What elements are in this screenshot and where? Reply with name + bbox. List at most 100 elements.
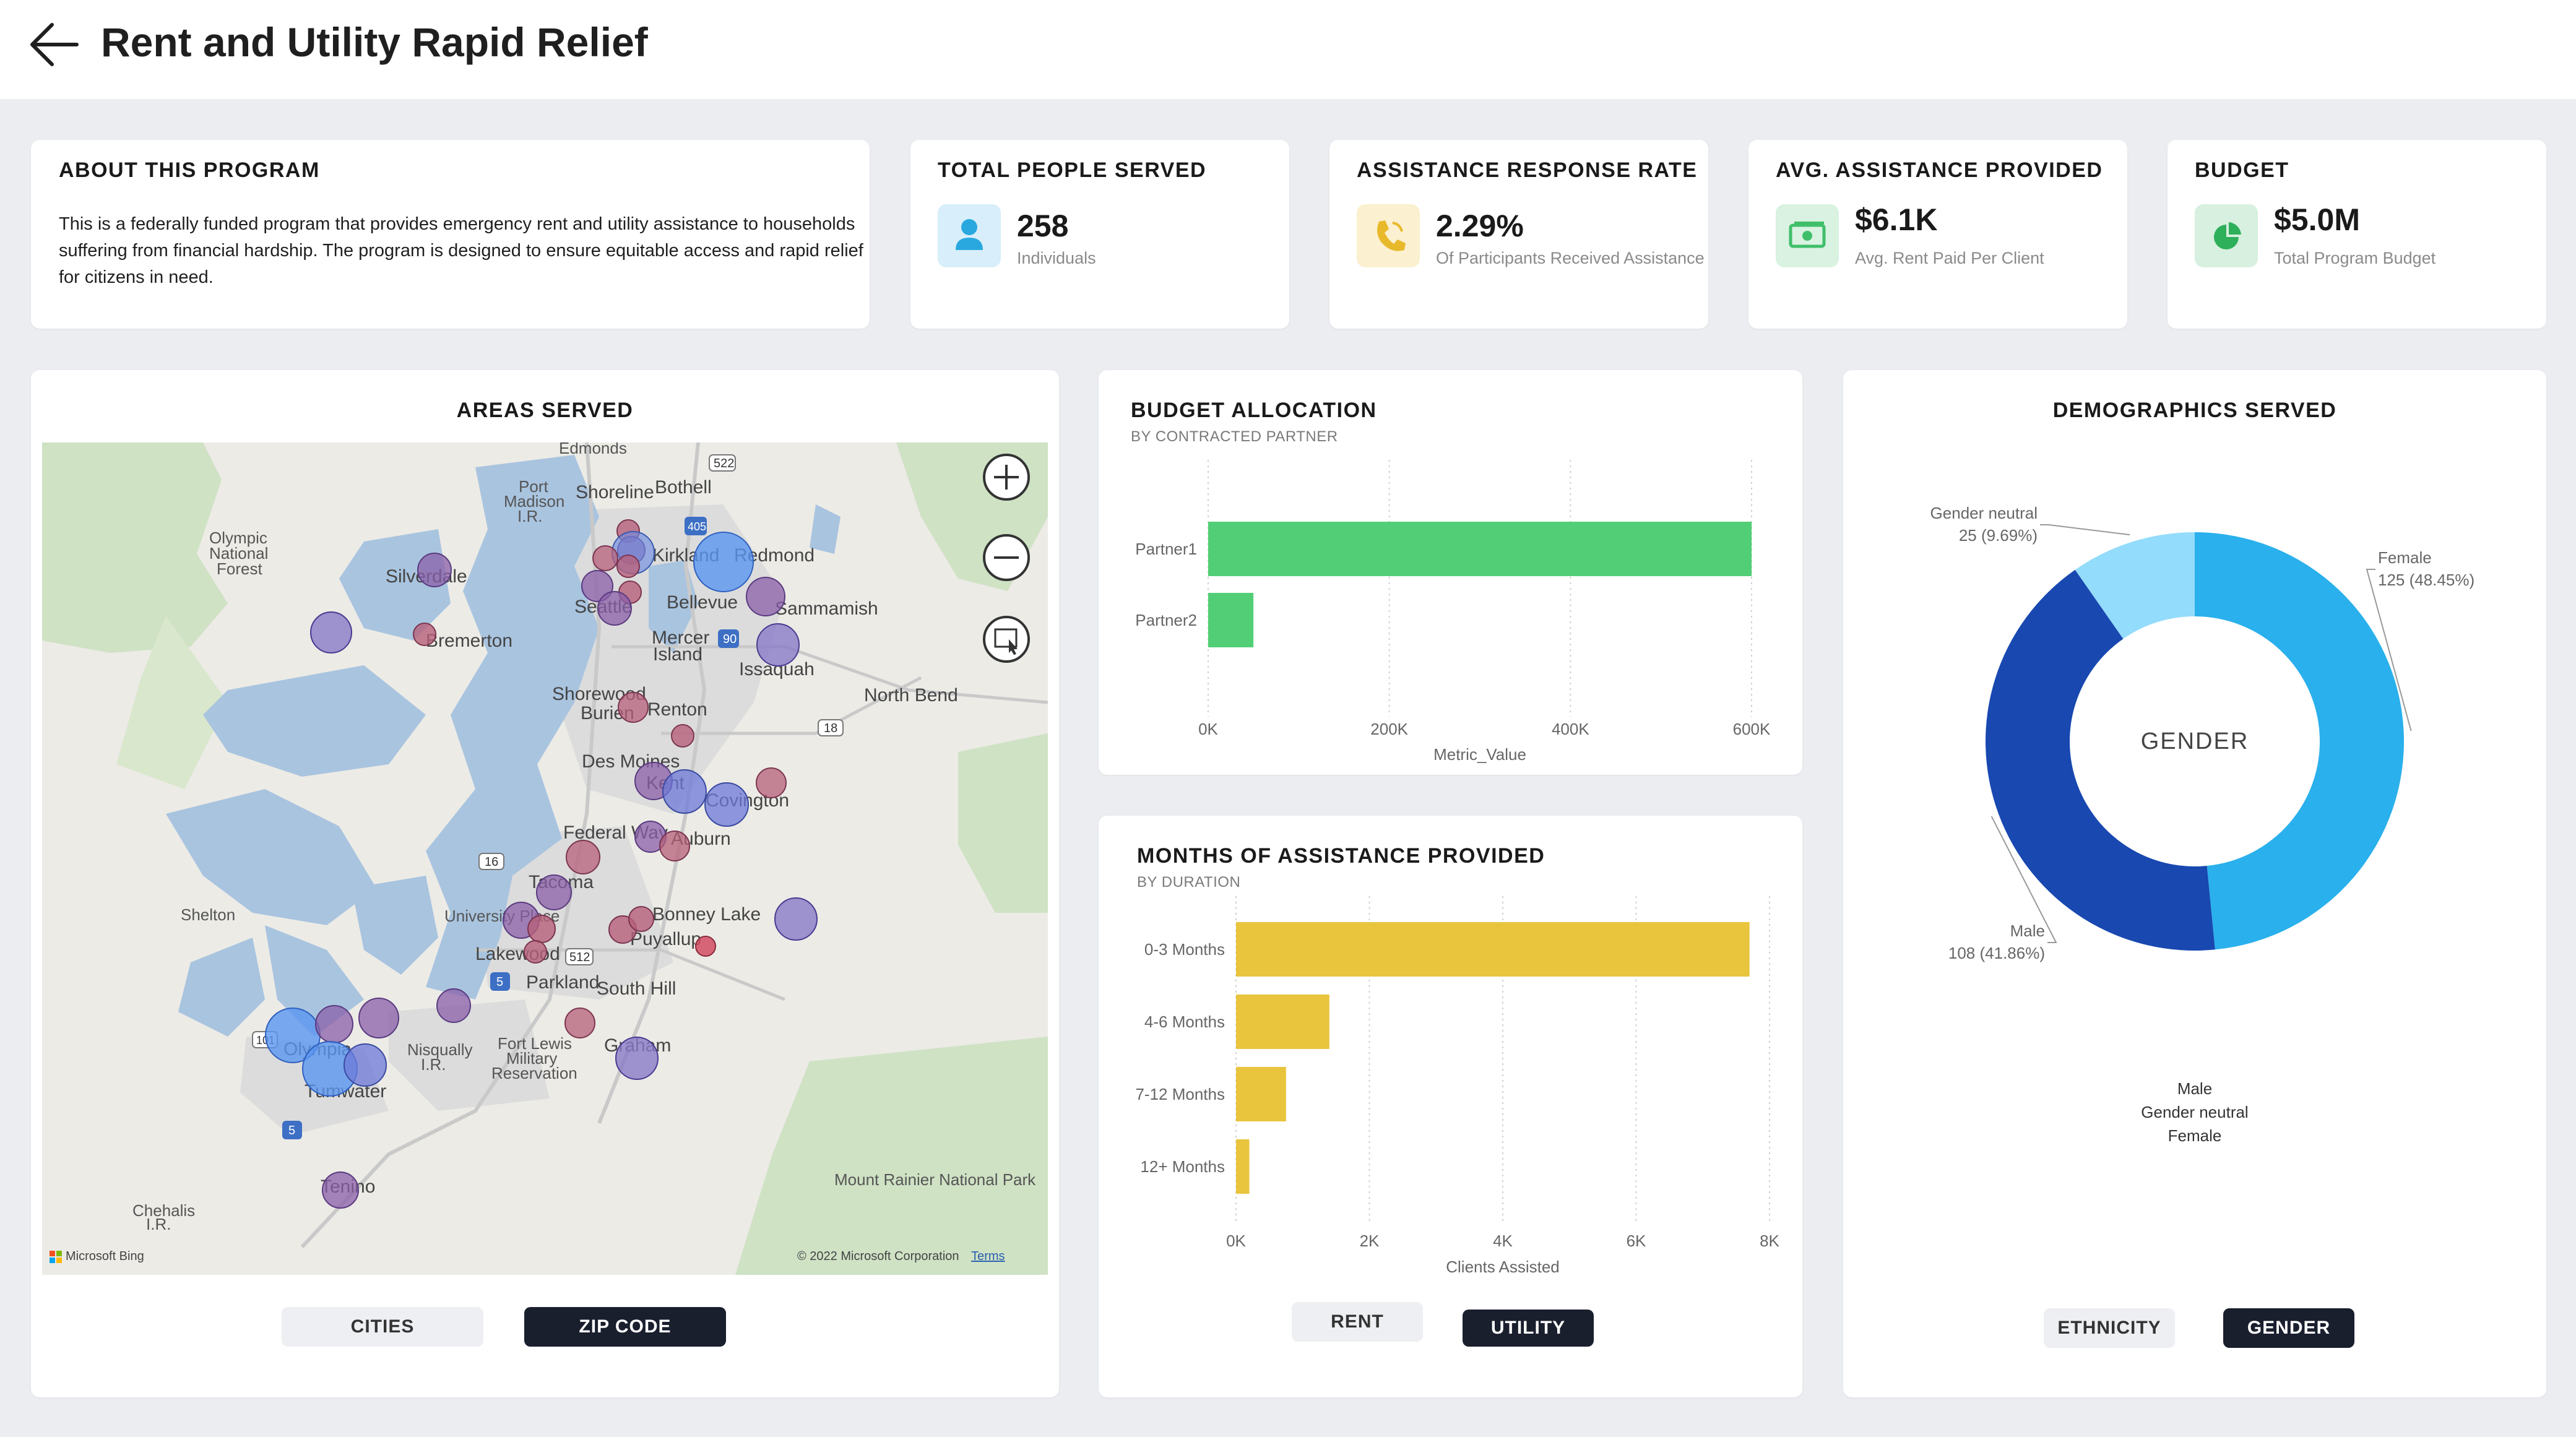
about-title: ABOUT THIS PROGRAM <box>59 158 320 182</box>
legend-item[interactable]: Gender neutral <box>1843 1100 2546 1124</box>
map-bubble <box>659 831 690 861</box>
svg-text:18: 18 <box>824 722 837 735</box>
svg-text:5: 5 <box>496 975 503 989</box>
money-icon <box>1776 204 1839 267</box>
svg-text:Sammamish: Sammamish <box>775 598 878 619</box>
map-bubble <box>566 840 600 874</box>
y-category-label: 0-3 Months <box>1144 940 1225 959</box>
cities-button[interactable]: CITIES <box>282 1307 483 1347</box>
zip-code-button[interactable]: ZIP CODE <box>524 1307 726 1347</box>
map-bubble <box>671 724 694 748</box>
bar[interactable] <box>1236 995 1329 1049</box>
svg-text:I.R.: I.R. <box>421 1055 446 1074</box>
bar[interactable] <box>1208 522 1752 576</box>
rent-button[interactable]: RENT <box>1292 1302 1423 1342</box>
map-bubble <box>310 611 352 654</box>
kpi-caption: Of Participants Received Assistance <box>1436 249 1705 267</box>
kpi-value: $5.0M <box>2274 202 2360 237</box>
road-shield-icon: 18 <box>818 719 844 736</box>
map-bubble <box>693 532 754 592</box>
arrow-left-icon[interactable] <box>27 21 83 68</box>
x-tick-label: 600K <box>1733 720 1771 738</box>
map-bubble <box>618 692 649 723</box>
kpi-title: ASSISTANCE RESPONSE RATE <box>1357 158 1698 182</box>
svg-text:522: 522 <box>714 457 734 470</box>
x-tick-label: 0K <box>1226 1232 1246 1250</box>
svg-text:Bothell: Bothell <box>655 477 712 498</box>
slice-category-label: Male <box>2010 921 2045 940</box>
areas-served-card: AREAS SERVED Edmonds Port Madison I.R. S… <box>31 370 1059 1397</box>
slice-category-label: Gender neutral <box>1930 504 2038 522</box>
bar[interactable] <box>1208 593 1254 647</box>
svg-text:90: 90 <box>723 632 737 646</box>
map-bubble <box>413 623 436 646</box>
demographics-card: DEMOGRAPHICS SERVED GENDER Female 125 (48… <box>1843 370 2546 1397</box>
x-tick-label: 6K <box>1627 1232 1646 1250</box>
map-bubble <box>417 553 452 587</box>
gender-donut-chart: GENDER Female 125 (48.45%) Male 108 (41.86%… <box>1930 504 2475 962</box>
road-shield-icon: 522 <box>709 454 736 472</box>
svg-text:South Hill: South Hill <box>597 978 676 999</box>
donut-slice[interactable] <box>1986 569 2215 951</box>
map-bubble <box>315 1005 353 1043</box>
kpi-value: $6.1K <box>1855 202 1938 237</box>
kpi-card-people: TOTAL PEOPLE SERVED 258 Individuals <box>910 140 1289 329</box>
months-bar-chart: 0K 2K 4K 6K 8K Clients Assisted 0-3 Months 4-6 … <box>1135 896 1780 1276</box>
svg-text:Bremerton: Bremerton <box>426 631 512 651</box>
map-bubble <box>592 545 618 571</box>
map-bubble <box>322 1172 359 1209</box>
terms-link[interactable]: Terms <box>971 1249 1005 1263</box>
zoom-in-icon[interactable] <box>982 452 1031 502</box>
bar[interactable] <box>1236 922 1750 977</box>
leader-line <box>2040 524 2130 536</box>
svg-text:Mount Rainier National Park: Mount Rainier National Park <box>834 1170 1036 1189</box>
slice-category-label: Female <box>2378 548 2432 567</box>
utility-button[interactable]: UTILITY <box>1463 1310 1594 1347</box>
bar[interactable] <box>1236 1139 1250 1194</box>
x-tick-label: 8K <box>1760 1232 1779 1250</box>
kpi-value: 258 <box>1017 209 1069 243</box>
kpi-title: BUDGET <box>2195 158 2289 182</box>
map-bubble <box>746 577 785 616</box>
x-tick-label: 200K <box>1370 720 1408 738</box>
budget-allocation-card: BUDGET ALLOCATION BY CONTRACTED PARTNER … <box>1099 370 1802 775</box>
kpi-card-avg: AVG. ASSISTANCE PROVIDED $6.1K Avg. Rent… <box>1748 140 2127 329</box>
kpi-caption: Individuals <box>1017 249 1096 267</box>
map-bubble <box>662 769 707 814</box>
svg-text:Reservation: Reservation <box>491 1064 577 1082</box>
svg-text:5: 5 <box>288 1124 295 1137</box>
map-bubble <box>344 1043 387 1087</box>
svg-text:Forest: Forest <box>217 559 262 578</box>
map-bubble <box>564 1008 595 1038</box>
svg-text:512: 512 <box>569 951 590 964</box>
y-category-label: Partner2 <box>1135 611 1197 629</box>
road-shield-icon: 5 <box>490 972 510 991</box>
donut-center-label: GENDER <box>2141 728 2249 754</box>
about-text: This is a federally funded program that … <box>59 214 863 287</box>
about-card: ABOUT THIS PROGRAM This is a federally f… <box>31 140 870 329</box>
map-bubble <box>615 1037 659 1080</box>
bar[interactable] <box>1236 1067 1286 1121</box>
x-tick-label: 4K <box>1493 1232 1513 1250</box>
map-bubble <box>628 906 654 932</box>
road-shield-icon: 90 <box>718 629 739 648</box>
svg-text:North Bend: North Bend <box>864 685 958 706</box>
legend-item[interactable]: Male <box>1843 1077 2546 1100</box>
ethnicity-button[interactable]: ETHNICITY <box>2044 1308 2175 1348</box>
map-bubble <box>527 915 556 943</box>
map-copyright: © 2022 Microsoft Corporation Terms <box>797 1249 1005 1264</box>
map-bubble <box>616 555 640 578</box>
select-area-icon[interactable] <box>982 615 1031 664</box>
zoom-out-icon[interactable] <box>982 533 1031 582</box>
kpi-caption: Total Program Budget <box>2274 249 2436 267</box>
kpi-title: TOTAL PEOPLE SERVED <box>938 158 1207 182</box>
x-tick-label: 0K <box>1198 720 1218 738</box>
legend-item[interactable]: Female <box>1843 1124 2546 1147</box>
map-bubble <box>597 591 632 626</box>
map-view[interactable]: Edmonds Port Madison I.R. Shoreline Both… <box>42 442 1048 1275</box>
slice-value-label: 108 (41.86%) <box>1948 944 2045 962</box>
y-category-label: 7-12 Months <box>1135 1085 1225 1103</box>
svg-text:Shelton: Shelton <box>181 905 235 924</box>
road-shield-icon: 512 <box>565 948 594 965</box>
gender-button[interactable]: GENDER <box>2223 1308 2354 1348</box>
